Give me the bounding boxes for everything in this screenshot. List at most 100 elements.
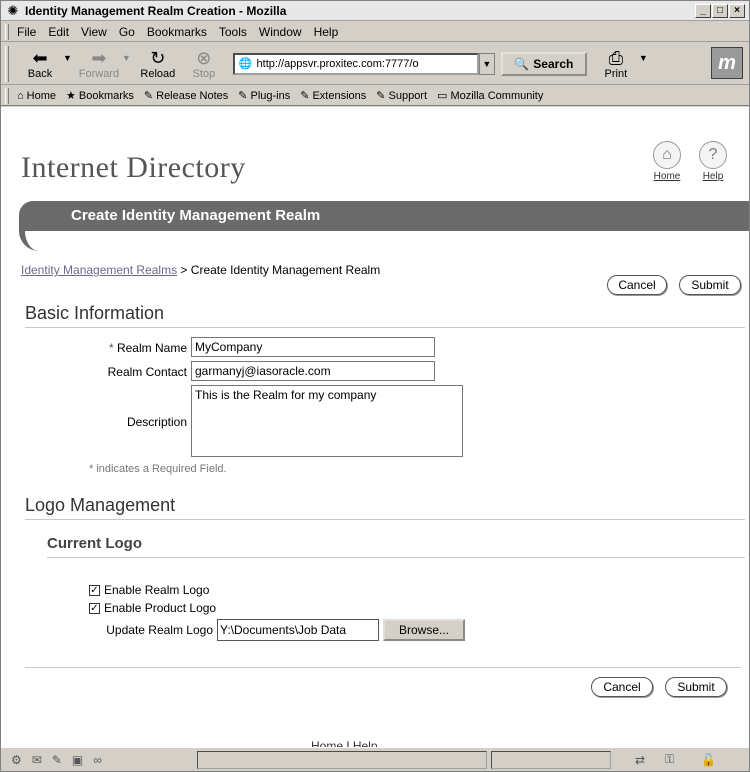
enable-realm-logo-label: Enable Realm Logo [104, 583, 210, 597]
search-button[interactable]: 🔍 Search [500, 51, 587, 76]
subsection-divider [47, 557, 745, 558]
logo-file-input[interactable]: Y:\Documents\Job Data [217, 619, 379, 641]
checkbox-checked-icon: ✓ [89, 602, 100, 614]
forward-button[interactable]: ➡ Forward [76, 48, 122, 80]
print-button[interactable]: ⎙ Print [593, 48, 639, 80]
page-content: Internet Directory ⌂ Home ? Help Create … [1, 107, 749, 753]
realm-name-label: * Realm Name [108, 341, 187, 355]
mozilla-logo[interactable]: m [711, 47, 743, 79]
online-icon[interactable]: ⇄ [635, 753, 645, 767]
bookmark-icon: ✎ [143, 90, 154, 102]
submit-button-top[interactable]: Submit [679, 275, 741, 295]
window-title: Identity Management Realm Creation - Moz… [25, 3, 287, 18]
toolbar-grip[interactable] [5, 23, 9, 40]
navigator-icon[interactable]: ⚙ [11, 753, 22, 767]
realm-name-input[interactable]: MyCompany [191, 337, 435, 357]
menu-window[interactable]: Window [259, 25, 302, 39]
stop-label: Stop [192, 67, 216, 80]
breadcrumb-separator: > [180, 263, 188, 277]
menu-tools[interactable]: Tools [219, 25, 247, 39]
irc-icon[interactable]: ∞ [93, 753, 102, 767]
url-dropdown-icon[interactable]: ▼ [478, 52, 495, 75]
reload-button[interactable]: ↻ Reload [135, 48, 181, 80]
status-bar: ⚙ ✉ ✎ ▣ ∞ ⇄ ⚿ 🔓 [1, 747, 749, 771]
progress-field [491, 751, 611, 769]
toolbar-grip[interactable] [5, 87, 9, 104]
section-divider [25, 519, 745, 520]
back-dropdown-icon[interactable]: ▼ [63, 53, 72, 63]
current-logo-heading: Current Logo [47, 535, 142, 552]
page-icon: 🌐 [238, 58, 253, 70]
required-marker: * [108, 341, 114, 355]
composer-icon[interactable]: ✎ [52, 753, 62, 767]
stop-button[interactable]: ⊗ Stop [181, 48, 227, 80]
print-dropdown-icon[interactable]: ▼ [639, 53, 648, 63]
print-label: Print [604, 67, 628, 80]
cancel-button-bottom[interactable]: Cancel [591, 677, 653, 697]
bookmark-icon: ✎ [376, 90, 386, 102]
url-bar[interactable]: 🌐 http://appsvr.proxitec.com:7777/o [232, 52, 479, 75]
breadcrumb-realms-link[interactable]: Identity Management Realms [21, 263, 177, 277]
mozilla-community-link[interactable]: ▭ Mozilla Community [437, 89, 543, 103]
menu-view[interactable]: View [81, 25, 107, 39]
navigation-toolbar: ⬅ Back ▼ ➡ Forward ▼ ↻ Reload ⊗ Stop 🌐 h… [1, 43, 749, 85]
lock-icon[interactable]: 🔓 [701, 753, 716, 767]
basic-info-heading: Basic Information [25, 303, 165, 323]
close-button[interactable]: × [729, 3, 745, 18]
support-link[interactable]: ✎ Support [376, 89, 427, 103]
back-button[interactable]: ⬅ Back [17, 48, 63, 80]
global-help-button[interactable]: ? Help [693, 141, 733, 182]
back-arrow-icon: ⬅ [32, 47, 48, 68]
browse-button[interactable]: Browse... [383, 619, 465, 641]
home-link[interactable]: ⌂ Home [17, 90, 56, 102]
search-icon: 🔍 [514, 56, 530, 71]
page-title: Create Identity Management Realm [71, 207, 321, 224]
menu-go[interactable]: Go [119, 25, 135, 39]
enable-realm-logo-checkbox[interactable]: ✓ Enable Realm Logo [89, 583, 209, 597]
enable-product-logo-checkbox[interactable]: ✓ Enable Product Logo [89, 601, 216, 615]
global-home-button[interactable]: ⌂ Home [647, 141, 687, 182]
checkbox-checked-icon: ✓ [89, 584, 100, 596]
browser-window: ✺ Identity Management Realm Creation - M… [0, 0, 750, 772]
required-field-hint: * indicates a Required Field. [89, 463, 227, 475]
release-notes-link[interactable]: ✎ Release Notes [143, 89, 228, 103]
mail-icon[interactable]: ✉ [32, 753, 42, 767]
toolbar-grip[interactable] [5, 45, 9, 82]
realm-contact-input[interactable]: garmanyj@iasoracle.com [191, 361, 435, 381]
required-marker: * [89, 463, 94, 475]
menu-file[interactable]: File [17, 25, 36, 39]
security-icon[interactable]: ⚿ [665, 752, 674, 767]
status-text-field [197, 751, 487, 769]
url-text: http://appsvr.proxitec.com:7777/o [256, 57, 419, 70]
title-band-curve [19, 231, 59, 251]
forward-arrow-icon: ➡ [91, 47, 107, 68]
extensions-link[interactable]: ✎ Extensions [300, 89, 366, 103]
enable-product-logo-label: Enable Product Logo [104, 601, 217, 615]
search-label: Search [533, 56, 574, 71]
address-book-icon[interactable]: ▣ [72, 753, 83, 767]
bookmarks-link[interactable]: ★ Bookmarks [66, 89, 134, 103]
stop-icon: ⊗ [196, 47, 212, 68]
minimize-button[interactable]: _ [695, 3, 711, 18]
reload-label: Reload [140, 67, 176, 80]
bookmarks-icon: ★ [66, 90, 76, 102]
window-controls: _ □ × [695, 3, 745, 18]
maximize-button[interactable]: □ [712, 3, 728, 18]
global-help-link[interactable]: Help [703, 171, 724, 182]
realm-contact-label: Realm Contact [107, 365, 187, 379]
menu-bookmarks[interactable]: Bookmarks [147, 25, 207, 39]
forward-dropdown-icon[interactable]: ▼ [122, 53, 131, 63]
brand-title: Internet Directory [21, 151, 246, 184]
menu-edit[interactable]: Edit [48, 25, 69, 39]
submit-button-bottom[interactable]: Submit [665, 677, 727, 697]
reload-icon: ↻ [150, 47, 166, 68]
breadcrumb-current: Create Identity Management Realm [190, 263, 381, 277]
global-home-link[interactable]: Home [654, 171, 681, 182]
cancel-button-top[interactable]: Cancel [607, 275, 667, 295]
description-textarea[interactable]: This is the Realm for my company [191, 385, 463, 457]
update-realm-logo-label: Update Realm Logo [106, 623, 213, 637]
breadcrumb: Identity Management Realms > Create Iden… [21, 263, 380, 277]
plugins-link[interactable]: ✎ Plug-ins [238, 89, 290, 103]
printer-icon: ⎙ [608, 47, 624, 68]
menu-help[interactable]: Help [314, 25, 339, 39]
